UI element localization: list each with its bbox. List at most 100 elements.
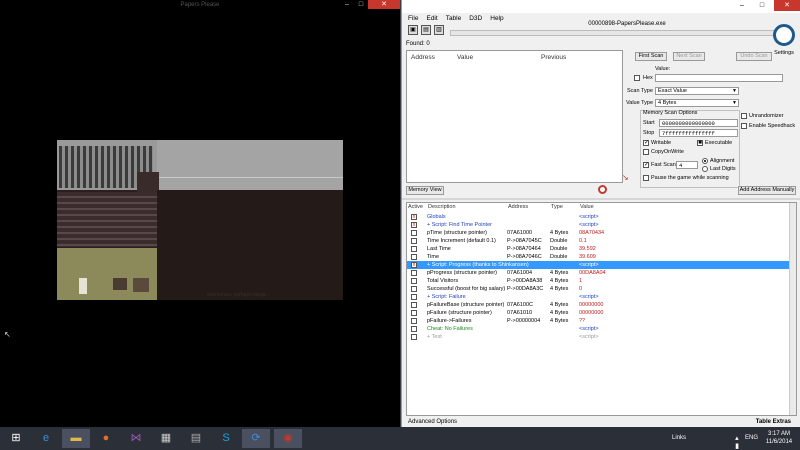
menu-file[interactable]: File	[408, 15, 418, 22]
table-row[interactable]: pFailure (structure pointer) 07A61010 4 By…	[407, 309, 790, 317]
executable-checkbox[interactable]: ■	[697, 140, 703, 146]
row-active-checkbox[interactable]	[411, 270, 417, 276]
game-viewport[interactable]: economics, perhaps mega	[57, 140, 343, 300]
pause-checkbox[interactable]	[643, 175, 649, 181]
column-description[interactable]: Description	[428, 204, 456, 210]
row-active-checkbox[interactable]	[411, 286, 417, 292]
fastscan-input[interactable]: 4	[676, 161, 698, 169]
results-header-value[interactable]: Value	[457, 54, 473, 61]
menu-edit[interactable]: Edit	[426, 15, 437, 22]
value-input[interactable]	[655, 74, 783, 82]
table-row[interactable]: Time Increment (default 0.1) P->08A7045C D…	[407, 237, 790, 245]
stop-address-input[interactable]: 7fffffffffffffff	[659, 129, 738, 137]
file-explorer-icon[interactable]: ▬	[62, 429, 90, 448]
cheat-table[interactable]: Active Description Address Type Value x G…	[406, 202, 797, 416]
game-titlebar[interactable]: Papers Please – □ ✕	[0, 0, 400, 11]
column-address[interactable]: Address	[508, 204, 528, 210]
tray-icons[interactable]: ▴ ▮ ◂ ▯	[735, 434, 742, 450]
game-item[interactable]	[133, 278, 149, 292]
menu-table[interactable]: Table	[446, 15, 462, 22]
settings-button[interactable]: Settings	[772, 24, 796, 60]
maximize-button[interactable]: □	[752, 0, 772, 11]
row-active-checkbox[interactable]	[411, 246, 417, 252]
row-active-checkbox[interactable]	[411, 310, 417, 316]
stop-icon[interactable]	[598, 185, 607, 194]
row-active-checkbox[interactable]	[411, 334, 417, 340]
papers-please-icon[interactable]: ◉	[274, 429, 302, 448]
fastscan-checkbox[interactable]: ✓	[643, 162, 649, 168]
firefox-icon[interactable]: ●	[92, 429, 120, 448]
start-button[interactable]: ⊞	[2, 429, 30, 448]
undo-scan-button[interactable]: Undo Scan	[736, 52, 772, 61]
start-address-input[interactable]: 0000000000000000	[659, 119, 738, 127]
table-row[interactable]: pFailureBase (structure pointer) 07A6100C…	[407, 301, 790, 309]
language-indicator[interactable]: ENG	[745, 435, 758, 441]
skype-icon[interactable]: S	[212, 429, 240, 448]
pointer-scan-icon[interactable]: ↘	[622, 173, 629, 182]
minimize-button[interactable]: –	[732, 0, 752, 11]
row-active-checkbox[interactable]	[411, 254, 417, 260]
visual-studio-icon[interactable]: ⋈	[122, 429, 150, 448]
column-active[interactable]: Active	[408, 204, 423, 210]
scrollbar[interactable]	[789, 203, 796, 415]
table-row[interactable]: pTime (structure pointer) 07A61000 4 Bytes…	[407, 229, 790, 237]
open-process-icon[interactable]: ▣	[408, 25, 418, 35]
splitter[interactable]	[402, 198, 800, 200]
table-row[interactable]: pFailure->Failures P->00000004 4 Bytes??	[407, 317, 790, 325]
table-row[interactable]: + Test <script>	[407, 333, 790, 341]
open-file-icon[interactable]: ▤	[421, 25, 431, 35]
scan-type-select[interactable]: Exact Value ▼	[655, 87, 739, 95]
row-active-checkbox[interactable]	[411, 318, 417, 324]
row-active-checkbox[interactable]	[411, 302, 417, 308]
internet-explorer-icon[interactable]: e	[32, 429, 60, 448]
game-window[interactable]: Papers Please – □ ✕ economics, perhaps m…	[0, 0, 400, 427]
save-icon[interactable]: ▥	[434, 25, 444, 35]
close-button[interactable]: ✕	[774, 0, 800, 11]
row-active-checkbox[interactable]: x	[411, 222, 417, 228]
table-row[interactable]: x + Script: Progress (thanks to Shinkanse…	[407, 261, 790, 269]
row-active-checkbox[interactable]	[411, 326, 417, 332]
game-document[interactable]	[79, 278, 87, 294]
table-row[interactable]: x Globals <script>	[407, 213, 790, 221]
row-active-checkbox[interactable]: x	[411, 214, 417, 220]
files-icon[interactable]: ▤	[182, 429, 210, 448]
writable-checkbox[interactable]: ✓	[643, 140, 649, 146]
table-row[interactable]: x + Script: Find Time Pointer <script>	[407, 221, 790, 229]
table-row[interactable]: + Script: Failure <script>	[407, 293, 790, 301]
table-extras-link[interactable]: Table Extras	[756, 419, 791, 425]
row-active-checkbox[interactable]: x	[411, 262, 417, 268]
cheat-engine-icon[interactable]: ⟳	[242, 429, 270, 448]
close-button[interactable]: ✕	[368, 0, 400, 9]
column-value[interactable]: Value	[580, 204, 594, 210]
table-row[interactable]: Successful (boost for big salary) P->00DA…	[407, 285, 790, 293]
table-row[interactable]: Last Time P->08A70464 Double 39.592	[407, 245, 790, 253]
clock[interactable]: 3:17 AM 11/6/2014	[764, 430, 794, 446]
scan-results-list[interactable]: Address Value Previous	[406, 50, 623, 183]
memory-view-button[interactable]: Memory View	[406, 186, 444, 195]
ce-titlebar[interactable]: – □ ✕	[402, 0, 800, 13]
copyonwrite-checkbox[interactable]	[643, 149, 649, 155]
7zip-icon[interactable]: ▦	[152, 429, 180, 448]
add-address-button[interactable]: Add Address Manually	[738, 186, 796, 195]
table-row[interactable]: Total Visitors P->00DA8A38 4 Bytes 1	[407, 277, 790, 285]
row-active-checkbox[interactable]	[411, 294, 417, 300]
value-type-select[interactable]: 4 Bytes ▼	[655, 99, 739, 107]
hex-checkbox[interactable]	[634, 75, 640, 81]
speedhack-checkbox[interactable]	[741, 123, 747, 129]
links-toolbar[interactable]: Links	[672, 435, 686, 441]
first-scan-button[interactable]: First Scan	[635, 52, 667, 61]
table-row[interactable]: Time P->08A7046C Double 39.609	[407, 253, 790, 261]
minimize-button[interactable]: –	[340, 0, 354, 9]
cheat-engine-window[interactable]: – □ ✕ File Edit Table D3D Help ▣ ▤ ▥ 000…	[401, 0, 800, 427]
lastdigits-radio[interactable]	[702, 166, 708, 172]
results-header-address[interactable]: Address	[411, 54, 435, 61]
table-row[interactable]: pProgress (structure pointer) 07A61004 4 B…	[407, 269, 790, 277]
column-type[interactable]: Type	[551, 204, 563, 210]
unrandomizer-checkbox[interactable]	[741, 113, 747, 119]
next-scan-button[interactable]: Next Scan	[673, 52, 705, 61]
row-active-checkbox[interactable]	[411, 238, 417, 244]
results-header-previous[interactable]: Previous	[541, 54, 566, 61]
maximize-button[interactable]: □	[354, 0, 368, 9]
advanced-options-link[interactable]: Advanced Options	[408, 419, 457, 425]
row-active-checkbox[interactable]	[411, 278, 417, 284]
